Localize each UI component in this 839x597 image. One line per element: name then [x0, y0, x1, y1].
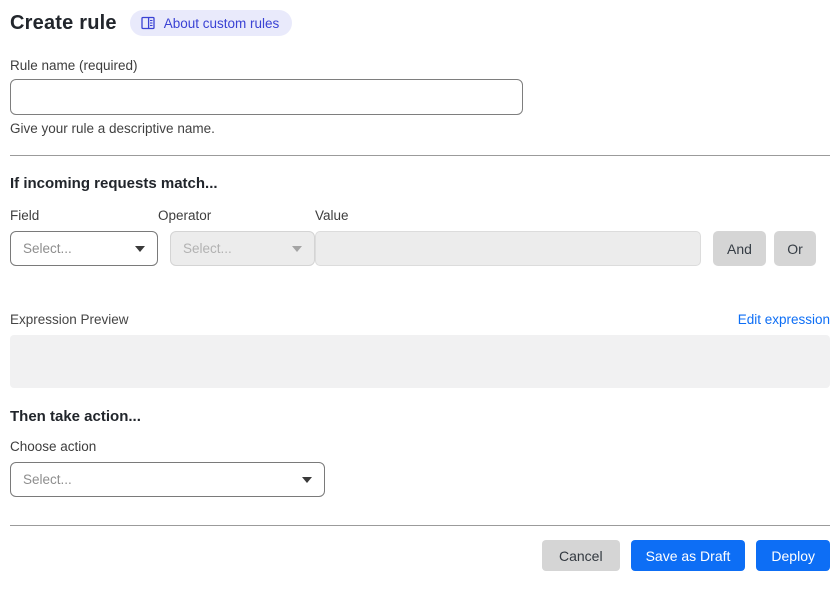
value-input [315, 231, 701, 266]
save-as-draft-button[interactable]: Save as Draft [630, 540, 746, 571]
rule-name-helper-text: Give your rule a descriptive name. [10, 121, 215, 136]
field-select[interactable]: Select... [10, 231, 158, 266]
expression-preview-row: Expression Preview Edit expression [10, 312, 830, 327]
condition-row: Field Select... Operator Select... Value… [10, 208, 830, 266]
field-label: Field [10, 208, 40, 223]
operator-label: Operator [158, 208, 212, 223]
expression-preview-label: Expression Preview [10, 312, 129, 327]
create-rule-page: Create rule About custom rules Rule name… [0, 0, 839, 571]
value-group: Value [315, 208, 701, 266]
or-button[interactable]: Or [774, 231, 816, 266]
book-icon [140, 15, 156, 31]
operator-group: Operator Select... [158, 208, 315, 266]
expression-preview-box [10, 335, 830, 388]
choose-action-select-value: Select... [23, 472, 72, 487]
caret-down-icon [135, 245, 145, 252]
field-group: Field Select... [10, 208, 158, 266]
page-title: Create rule [10, 11, 117, 34]
about-badge-label: About custom rules [163, 15, 280, 31]
match-section-heading: If incoming requests match... [10, 175, 218, 192]
footer-actions: Cancel Save as Draft Deploy [10, 540, 830, 571]
caret-down-icon [292, 245, 302, 252]
and-button[interactable]: And [713, 231, 766, 266]
action-section-heading: Then take action... [10, 408, 141, 425]
footer-divider [10, 525, 830, 526]
value-label: Value [315, 208, 349, 223]
rule-name-label: Rule name (required) [10, 58, 138, 73]
caret-down-icon [302, 476, 312, 483]
operator-select: Select... [170, 231, 315, 266]
about-custom-rules-link[interactable]: About custom rules [129, 10, 293, 36]
operator-select-value: Select... [183, 241, 232, 256]
edit-expression-link[interactable]: Edit expression [738, 312, 830, 327]
cancel-button[interactable]: Cancel [541, 540, 620, 571]
choose-action-select[interactable]: Select... [10, 462, 325, 497]
deploy-button[interactable]: Deploy [756, 540, 830, 571]
rule-name-input[interactable] [10, 79, 523, 115]
section-divider [10, 155, 830, 156]
page-header: Create rule About custom rules [10, 8, 830, 38]
choose-action-label: Choose action [10, 439, 97, 454]
field-select-value: Select... [23, 241, 72, 256]
